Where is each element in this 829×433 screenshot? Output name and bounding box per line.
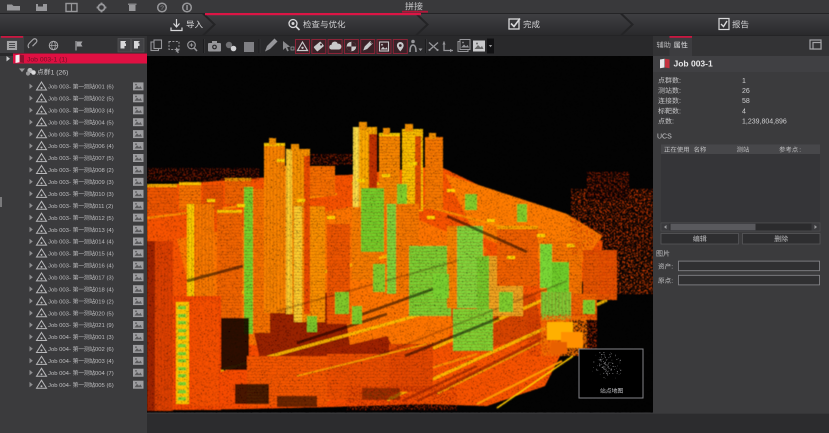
svg-text:1 (26): 1 (26) [51,69,69,76]
svg-text:Job 004-: Job 004- [48,335,71,341]
svg-text:004 (5): 004 (5) [95,120,114,126]
svg-text:UCS: UCS [657,134,672,141]
svg-text:Job 003-: Job 003- [48,168,71,174]
svg-text:001 (3): 001 (3) [95,335,114,341]
svg-text::: : [679,108,681,115]
svg-text:018 (4): 018 (4) [95,287,114,293]
svg-text:004 (7): 004 (7) [95,371,114,377]
svg-text:Job 003-: Job 003- [48,228,71,234]
svg-text:Job 003-1: Job 003-1 [674,59,713,69]
svg-text:Job 003-: Job 003- [48,144,71,150]
svg-text::: : [672,119,674,126]
svg-text:4: 4 [742,108,746,115]
svg-text:Job 004-: Job 004- [48,383,71,389]
svg-text:Job 003-: Job 003- [48,240,71,246]
svg-text:Job 004-: Job 004- [48,359,71,365]
svg-text:007 (5): 007 (5) [95,156,114,162]
svg-text:020 (5): 020 (5) [95,311,114,317]
svg-text:017 (3): 017 (3) [95,276,114,282]
svg-text:Job 003-: Job 003- [48,132,71,138]
svg-text:002 (6): 002 (6) [95,347,114,353]
svg-text:009 (3): 009 (3) [95,180,114,186]
svg-text:021 (9): 021 (9) [95,323,114,329]
svg-text:012 (5): 012 (5) [95,216,114,222]
svg-text:Job 004-: Job 004- [48,347,71,353]
svg-text::: : [679,88,681,95]
svg-text::: : [679,98,681,105]
svg-text:Job 003-: Job 003- [48,204,71,210]
svg-text:Job 003-: Job 003- [48,192,71,198]
svg-text:1: 1 [742,78,746,85]
svg-text:Job 003-1 (1): Job 003-1 (1) [27,56,67,63]
svg-text::: : [671,278,673,285]
svg-text::: : [799,147,801,154]
svg-text:Job 003-: Job 003- [48,109,71,115]
svg-text:Job 003-: Job 003- [48,264,71,270]
svg-text:Job 004-: Job 004- [48,371,71,377]
svg-text:016 (4): 016 (4) [95,264,114,270]
svg-text:014 (4): 014 (4) [95,240,114,246]
svg-text:Job 003-: Job 003- [48,299,71,305]
svg-text:Job 003-: Job 003- [48,85,71,91]
svg-text:003 (4): 003 (4) [95,109,114,115]
svg-text::: : [671,264,673,271]
svg-text:26: 26 [742,88,750,95]
svg-text:015 (4): 015 (4) [95,252,114,258]
svg-text:58: 58 [742,98,750,105]
svg-text:003 (4): 003 (4) [95,359,114,365]
svg-text:008 (2): 008 (2) [95,168,114,174]
svg-text::: : [679,78,681,85]
svg-text:011 (2): 011 (2) [95,204,113,210]
svg-text:005 (7): 005 (7) [95,132,114,138]
svg-text:Job 003-: Job 003- [48,311,71,317]
svg-text:002 (5): 002 (5) [95,97,114,103]
svg-text:Job 003-: Job 003- [48,323,71,329]
svg-text:Job 003-: Job 003- [48,156,71,162]
svg-text:Job 003-: Job 003- [48,97,71,103]
svg-text:Job 003-: Job 003- [48,216,71,222]
svg-text:013 (4): 013 (4) [95,228,114,234]
svg-text:001 (6): 001 (6) [95,85,114,91]
svg-text:Job 003-: Job 003- [48,180,71,186]
svg-text:006 (4): 006 (4) [95,144,114,150]
svg-text:019 (2): 019 (2) [95,299,114,305]
svg-text:1,239,804,896: 1,239,804,896 [742,119,787,126]
svg-text:?: ? [160,5,164,12]
svg-text:Job 003-: Job 003- [48,120,71,126]
svg-text:Job 003-: Job 003- [48,252,71,258]
svg-text:005 (6): 005 (6) [95,383,114,389]
svg-text:Job 003-: Job 003- [48,287,71,293]
svg-text:Job 003-: Job 003- [48,276,71,282]
svg-text:010 (3): 010 (3) [95,192,114,198]
